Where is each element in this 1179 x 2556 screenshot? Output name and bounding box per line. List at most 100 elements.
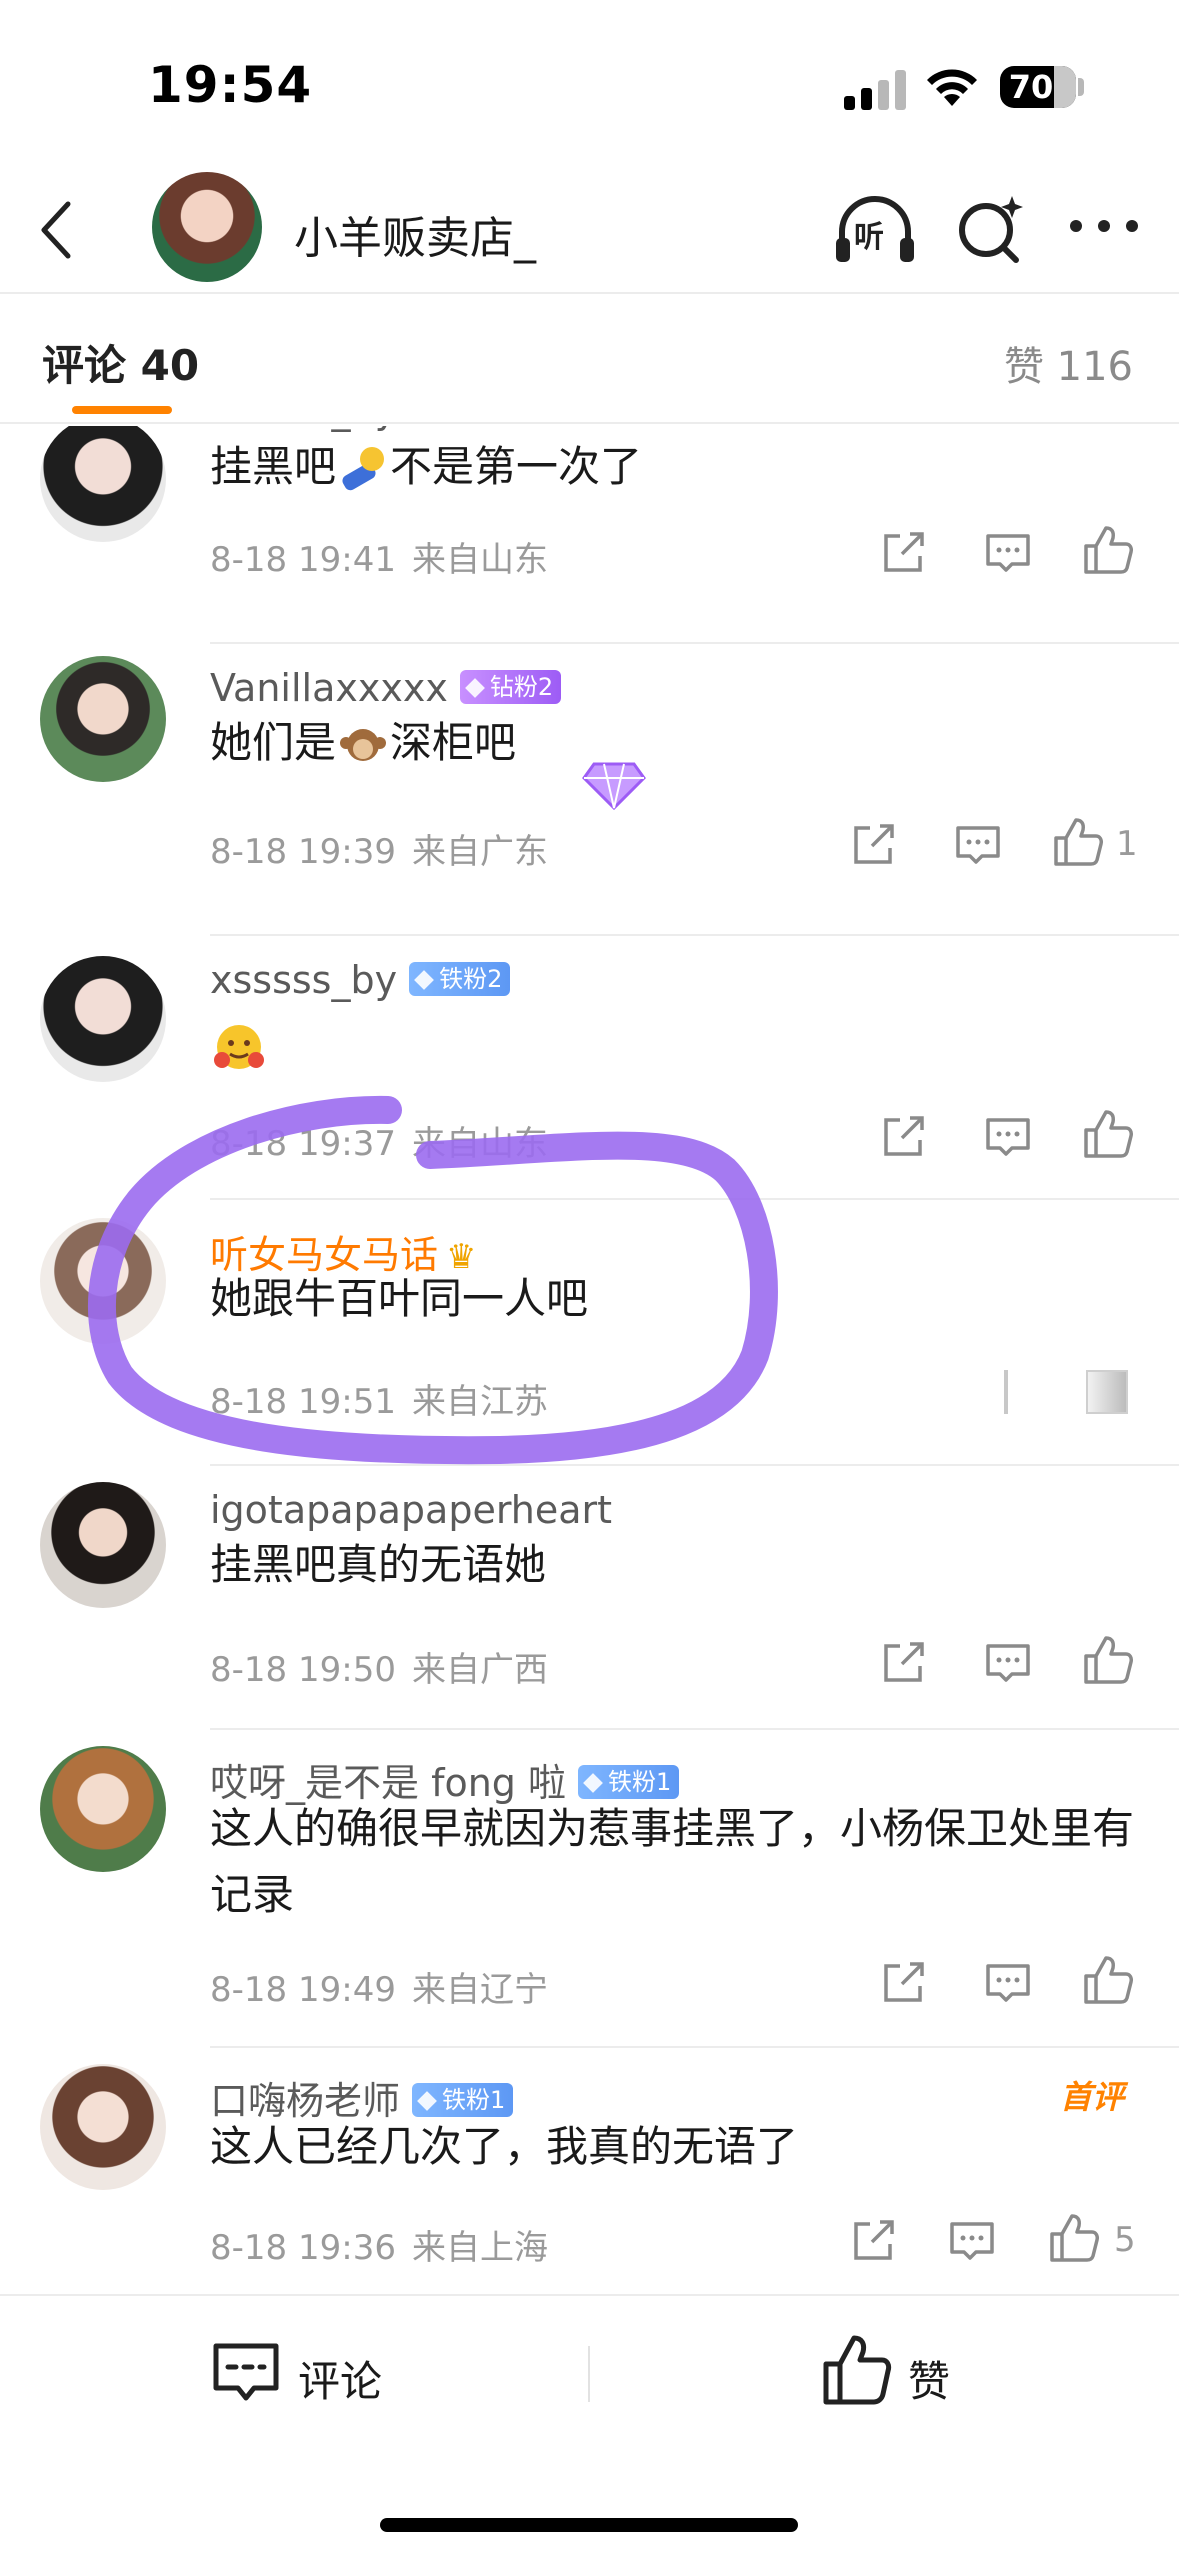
back-button[interactable] (26, 194, 90, 266)
search-icon[interactable] (952, 190, 1028, 270)
comment-meta: 8-18 19:39 来自广东 (210, 824, 548, 873)
comment-meta: 8-18 19:41 来自山东 (210, 532, 548, 581)
comment-item: Vanillaxxxxx 钻粉2 她们是 深柜吧 8-18 19:39 来自广东 1 (0, 644, 1179, 936)
sleep-emoji-icon (342, 446, 385, 490)
reply-icon-faded[interactable] (1004, 1370, 1008, 1414)
commenter-avatar[interactable] (40, 2064, 166, 2190)
comment-text: 挂黑吧 不是第一次了 (210, 434, 1140, 500)
bottom-action-bar: 评论 赞 (0, 2294, 1179, 2556)
fan-badge: 铁粉1 (578, 1764, 680, 1799)
comment-item: 哎呀_是不是 fong 啦铁粉1 这人的确很早就因为惹事挂黑了，小杨保卫处里有记… (0, 1730, 1179, 2048)
post-header: 小羊贩卖店_ 听 (0, 170, 1179, 294)
comment-time: 8-18 19:39 (210, 832, 396, 872)
home-indicator[interactable] (380, 2518, 798, 2532)
comment-meta: 8-18 19:36 来自上海 (210, 2220, 548, 2269)
commenter-name-text: xsssss_by (210, 426, 397, 432)
comment-list[interactable]: xsssss_by铁粉 挂黑吧 不是第一次了 8-18 19:41 来自山东 Van… (0, 426, 1179, 2292)
like-icon[interactable] (1080, 522, 1136, 578)
comment-time: 8-18 19:50 (210, 1650, 396, 1690)
comment-text-before: 挂黑吧 (210, 442, 337, 491)
tab-comments[interactable]: 评论 40 (42, 332, 199, 393)
like-icon[interactable] (1080, 1632, 1136, 1688)
comment-time: 8-18 19:49 (210, 1970, 396, 2010)
monkey-emoji-icon (340, 728, 387, 761)
comment-item: xsssss_by 铁粉2 8-18 19:37 来自山东 (0, 936, 1179, 1200)
like-button[interactable]: 赞 (820, 2330, 1020, 2410)
comment-meta: 8-18 19:50 来自广西 (210, 1642, 548, 1691)
listen-label: 听 (854, 220, 884, 255)
fan-badge-label: 铁粉2 (439, 964, 503, 993)
status-time: 19:54 (148, 56, 313, 114)
like-count: 1 (1116, 824, 1138, 864)
share-icon[interactable] (876, 524, 932, 580)
comment-button[interactable]: 评论 (210, 2336, 410, 2408)
reply-icon[interactable] (980, 524, 1036, 580)
comment-location: 来自山东 (411, 540, 548, 580)
like-icon[interactable] (1050, 814, 1106, 870)
fan-badge-label: 钻粉2 (489, 672, 554, 701)
comment-text: 她们是 深柜吧 (210, 710, 1140, 776)
comment-item: xsssss_by铁粉 挂黑吧 不是第一次了 8-18 19:41 来自山东 (0, 426, 1179, 646)
cellular-signal-icon (844, 70, 908, 110)
commenter-avatar[interactable] (40, 656, 166, 782)
commenter-name[interactable]: igotapapapaperheart (210, 1488, 612, 1532)
share-icon[interactable] (876, 1954, 932, 2010)
like-icon[interactable] (1080, 1106, 1136, 1162)
hug-emoji-icon (214, 1025, 264, 1069)
thumbs-up-icon (823, 2335, 892, 2405)
share-icon[interactable] (846, 2212, 902, 2268)
share-icon[interactable] (876, 1108, 932, 1164)
status-bar: 19:54 70 (0, 0, 1179, 170)
comment-meta: 8-18 19:37 来自山东 (210, 1116, 548, 1165)
comment-button-label: 评论 (298, 2357, 383, 2406)
commenter-avatar[interactable] (40, 1746, 166, 1872)
share-icon[interactable] (876, 1634, 932, 1690)
comment-time: 8-18 19:37 (210, 1124, 396, 1164)
reply-icon[interactable] (944, 2212, 1000, 2268)
comment-item: igotapapapaperheart 挂黑吧真的无语她 8-18 19:50 来… (0, 1466, 1179, 1730)
tab-likes[interactable]: 赞 116 (1004, 334, 1133, 392)
commenter-avatar[interactable] (40, 426, 166, 542)
like-icon-faded[interactable] (1086, 1370, 1128, 1414)
commenter-name[interactable]: Vanillaxxxxx 钻粉2 (210, 666, 562, 710)
comment-location: 来自山东 (411, 1124, 548, 1164)
reply-icon[interactable] (980, 1954, 1036, 2010)
comment-location: 来自江苏 (411, 1382, 548, 1422)
like-icon[interactable] (1046, 2210, 1102, 2266)
listen-button[interactable]: 听 (832, 192, 918, 268)
comment-text: 她跟牛百叶同一人吧 (210, 1274, 589, 1323)
author-avatar[interactable] (152, 172, 262, 282)
comment-text-after: 深柜吧 (390, 718, 517, 767)
fan-badge-label: 铁粉1 (608, 1767, 672, 1796)
battery-cap (1078, 78, 1084, 96)
commenter-avatar[interactable] (40, 1482, 166, 1608)
comment-time: 8-18 19:51 (210, 1382, 396, 1422)
commenter-name[interactable]: xsssss_by铁粉 (210, 426, 495, 432)
commenter-avatar[interactable] (40, 1218, 166, 1344)
more-icon[interactable] (1064, 206, 1144, 246)
commenter-name-text: Vanillaxxxxx (210, 666, 448, 710)
reply-icon[interactable] (980, 1108, 1036, 1164)
share-icon[interactable] (846, 816, 902, 872)
commenter-name[interactable]: xsssss_by 铁粉2 (210, 958, 511, 1002)
comment-item: 听女马女马话 ♛ 她跟牛百叶同一人吧 8-18 19:51 来自江苏 (0, 1200, 1179, 1466)
tab-active-indicator (72, 406, 172, 414)
comment-text: 这人的确很早就因为惹事挂黑了，小杨保卫处里有记录 (210, 1804, 1135, 1919)
comment-location: 来自上海 (411, 2228, 548, 2268)
like-count: 5 (1114, 2220, 1136, 2260)
reply-icon[interactable] (980, 1634, 1036, 1690)
comment-location: 来自广西 (411, 1650, 548, 1690)
like-icon[interactable] (1080, 1952, 1136, 2008)
fan-badge-label: 铁粉1 (442, 2085, 506, 2114)
first-comment-tag: 首评 (1060, 2078, 1125, 2116)
comment-item: 口嗨杨老师 铁粉1 首评 这人已经几次了，我真的无语了 8-18 19:36 来自上… (0, 2048, 1179, 2292)
comment-text-before: 她们是 (210, 718, 337, 767)
reply-icon[interactable] (950, 816, 1006, 872)
comment-location: 来自广东 (411, 832, 548, 872)
battery-icon: 70 (1000, 66, 1076, 108)
commenter-avatar[interactable] (40, 956, 166, 1082)
comment-location: 来自辽宁 (411, 1970, 548, 2010)
like-button-label: 赞 (908, 2357, 951, 2406)
author-name[interactable]: 小羊贩卖店_ (294, 202, 536, 266)
comment-text-after: 不是第一次了 (390, 442, 643, 491)
